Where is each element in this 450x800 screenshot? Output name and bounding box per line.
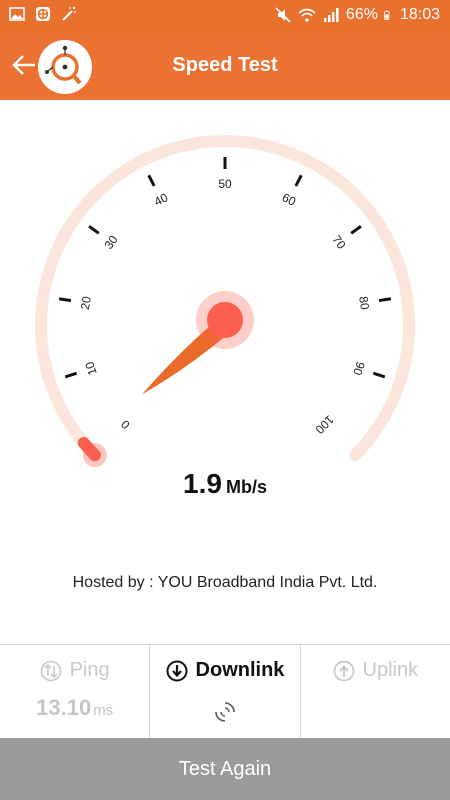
downlink-head: Downlink bbox=[150, 659, 299, 682]
gauge-tick-label: 20 bbox=[78, 295, 94, 311]
gauge-tick bbox=[372, 371, 386, 379]
upload-arrow-icon bbox=[333, 660, 354, 681]
downlink-label: Downlink bbox=[195, 659, 285, 681]
ping-head: Ping bbox=[0, 659, 149, 682]
gauge-tick-label: 70 bbox=[329, 233, 348, 252]
gauge-tick-label: 0 bbox=[118, 417, 133, 432]
gauge-tick-label: 40 bbox=[152, 190, 171, 209]
ping-unit: ms bbox=[93, 702, 114, 719]
gauge-tick bbox=[147, 174, 156, 187]
clock: 18:03 bbox=[399, 6, 440, 23]
battery-percent: 66% bbox=[345, 6, 378, 23]
uplink-head: Uplink bbox=[301, 659, 450, 682]
ping-value-row: 13.10 ms bbox=[0, 695, 149, 721]
fan-icon bbox=[36, 7, 50, 21]
status-left bbox=[8, 5, 78, 23]
tab-ping[interactable]: Ping 13.10 ms bbox=[0, 645, 151, 738]
gauge-tick bbox=[88, 225, 100, 235]
tab-downlink[interactable]: Downlink bbox=[150, 645, 301, 738]
ping-icon bbox=[40, 660, 61, 681]
gauge-tick-label: 50 bbox=[218, 177, 232, 191]
speed-readout: 1.9 Mb/s bbox=[0, 468, 450, 500]
loading-spinner-icon bbox=[215, 702, 236, 722]
test-again-button[interactable]: Test Again bbox=[0, 738, 450, 800]
gauge-tick bbox=[294, 174, 303, 187]
gauge-tick-label: 80 bbox=[356, 295, 372, 311]
gauge-needle bbox=[142, 291, 254, 395]
image-icon bbox=[9, 7, 25, 21]
gauge-tick-label: 90 bbox=[350, 360, 368, 377]
needle-hub bbox=[207, 302, 243, 338]
gauge-tick bbox=[58, 297, 72, 303]
app-bar: Speed Test bbox=[0, 32, 450, 100]
speed-unit: Mb/s bbox=[225, 477, 267, 497]
speed-value: 1.9 bbox=[183, 468, 222, 499]
signal-icon bbox=[323, 8, 339, 22]
uplink-label: Uplink bbox=[362, 659, 419, 681]
tab-uplink[interactable]: Uplink bbox=[301, 645, 450, 738]
ping-value: 13.10 bbox=[36, 695, 92, 720]
result-tabs: Ping 13.10 ms Downlink Uplink bbox=[0, 644, 450, 738]
speed-gauge: 0 10 20 30 40 50 60 70 80 90 100 bbox=[35, 135, 415, 468]
gauge-progress bbox=[77, 436, 101, 462]
hosted-by: Hosted by : YOU Broadband India Pvt. Ltd… bbox=[72, 574, 378, 591]
gauge-tick bbox=[64, 371, 78, 379]
gauge-tick bbox=[350, 225, 362, 235]
gauge-tick-label: 60 bbox=[280, 190, 299, 209]
app-screen: 66% 18:03 Speed Test 0 10 20 30 40 50 60… bbox=[0, 0, 450, 800]
gauge-tick-label: 30 bbox=[101, 232, 120, 251]
mute-icon bbox=[275, 7, 291, 23]
wifi-icon bbox=[298, 8, 316, 22]
wand-icon bbox=[62, 6, 76, 21]
gauge-tick-label: 10 bbox=[82, 360, 100, 377]
gauge-tick bbox=[378, 297, 392, 303]
page-title: Speed Test bbox=[172, 54, 278, 76]
ping-label: Ping bbox=[69, 659, 110, 681]
status-right: 66% 18:03 bbox=[274, 6, 440, 24]
battery-icon bbox=[384, 10, 390, 20]
gauge-tick-label: 100 bbox=[312, 413, 336, 437]
download-arrow-icon bbox=[166, 660, 188, 681]
status-bar: 66% 18:03 bbox=[0, 0, 450, 32]
